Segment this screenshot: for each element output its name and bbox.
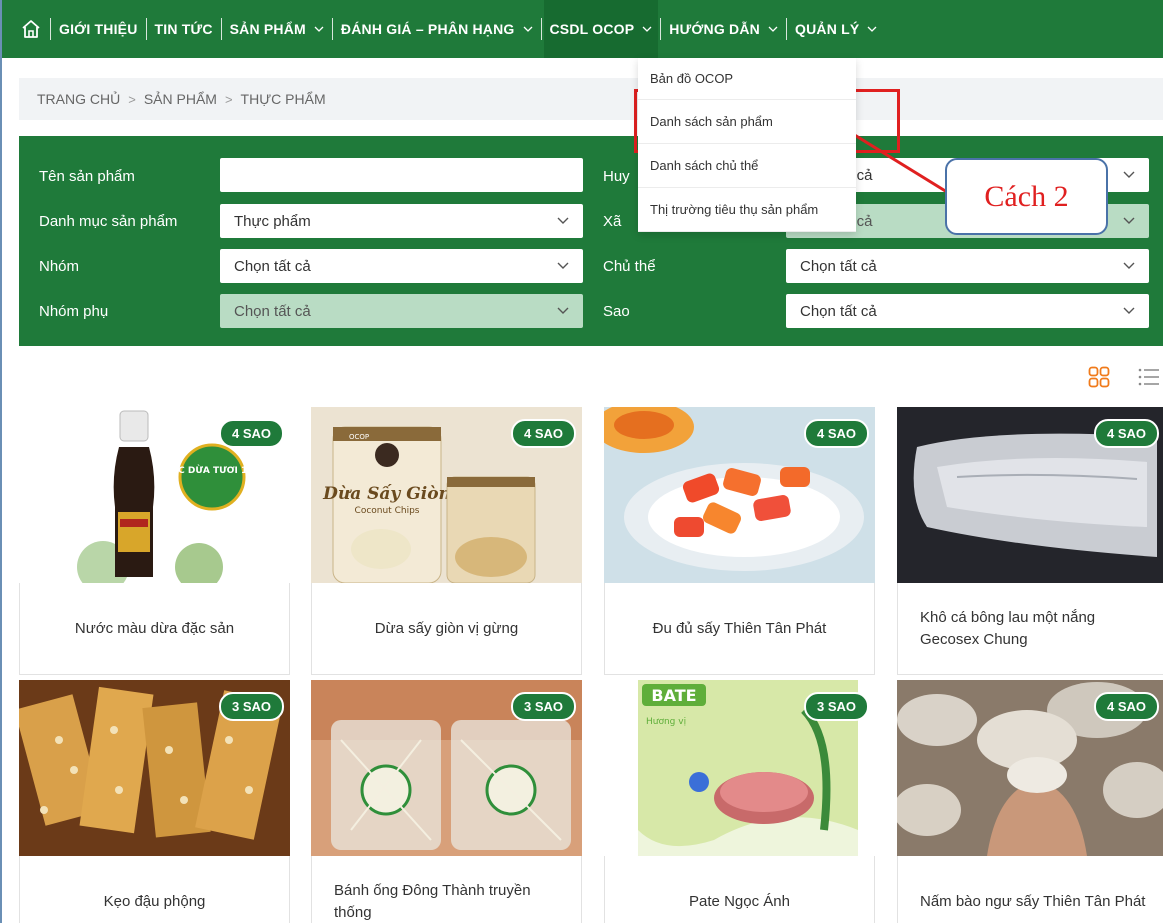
chevron-down-icon [523,26,532,32]
product-image[interactable]: BATE Hương vị 3 SAO [604,680,875,856]
nav-divider [50,18,51,40]
product-image[interactable]: 4 SAO [897,407,1163,583]
list-view-icon[interactable] [1138,368,1160,386]
nav-divider [145,18,147,40]
chevron-down-icon [1123,307,1135,314]
p2-sub-text: Coconut Chips [355,506,420,516]
product-name-input[interactable] [220,158,583,192]
label-sao: Sao [603,303,630,320]
product-image[interactable]: 3 SAO [19,680,290,856]
breadcrumb: TRANG CHỦ > SẢN PHẨM > THỰC PHẨM [19,78,1163,120]
product-card[interactable]: 3 SAO Bánh ống Đông Thành truyền thống [311,680,582,923]
grid-view-icon[interactable] [1088,366,1110,388]
product-image[interactable]: NƯỚC DỪA TƯƠI 100% 4 SAO [19,407,290,583]
nav-tin-tuc[interactable]: TIN TỨC [155,0,213,58]
product-name[interactable]: Nấm bào ngư sấy Thiên Tân Phát [897,856,1163,923]
menu-item-ban-do-ocop[interactable]: Bản đồ OCOP [638,58,856,100]
product-name[interactable]: Dừa sấy giòn vị gừng [311,583,582,675]
product-name[interactable]: Nước màu dừa đặc sản [19,583,290,675]
breadcrumb-separator-icon: > [224,91,233,107]
chevron-down-icon [314,26,324,32]
label-chu-the: Chủ thể [603,258,656,275]
group-select[interactable]: Chọn tất cả [220,249,583,283]
p2-brand-text: Dừa Sấy Giòn [322,484,451,504]
nav-gioi-thieu[interactable]: GIỚI THIỆU [59,0,138,58]
chevron-down-icon [557,217,569,224]
star-badge: 4 SAO [510,419,576,448]
annotation-callout: Cách 2 [945,158,1108,235]
p7-sub-text: Hương vị [646,717,686,727]
product-card[interactable]: 4 SAO Khô cá bông lau một nắng Gecosex C… [897,407,1163,675]
chevron-down-icon [1123,171,1135,178]
nav-divider [331,18,333,40]
nav-quan-ly[interactable]: QUẢN LÝ [795,0,877,58]
star-badge: 3 SAO [218,692,284,721]
nav-divider [660,18,662,40]
product-card[interactable]: 4 SAO Đu đủ sấy Thiên Tân Phát [604,407,875,675]
breadcrumb-current: THỰC PHẨM [240,91,326,107]
top-navbar: GIỚI THIỆU TIN TỨC SẢN PHẨM ĐÁNH GIÁ – P… [2,0,1163,58]
nav-danh-gia[interactable]: ĐÁNH GIÁ – PHÂN HẠNG [341,0,533,58]
product-card[interactable]: 4 SAO Nấm bào ngư sấy Thiên Tân Phát [897,680,1163,923]
product-card[interactable]: 3 SAO Kẹo đậu phộng [19,680,290,923]
product-image[interactable]: 4 SAO [897,680,1163,856]
product-card[interactable]: NƯỚC DỪA TƯƠI 100% 4 SAO Nước màu dừa đặ… [19,407,290,675]
p2-ocop-text: OCOP [349,433,369,441]
breadcrumb-san-pham[interactable]: SẢN PHẨM [144,91,217,107]
star-badge: 4 SAO [1093,419,1159,448]
subgroup-select[interactable]: Chọn tất cả [220,294,583,328]
star-badge: 4 SAO [218,419,284,448]
chevron-down-icon [768,26,778,32]
breadcrumb-home[interactable]: TRANG CHỦ [37,91,120,107]
product-image[interactable]: 4 SAO [604,407,875,583]
chevron-down-icon [642,26,652,32]
label-nhom-phu: Nhóm phụ [39,303,109,320]
nav-divider [540,18,542,40]
product-name[interactable]: Đu đủ sấy Thiên Tân Phát [604,583,875,675]
home-icon[interactable] [20,18,42,40]
p7-brand-text: BATE [651,686,696,705]
nav-divider [220,18,222,40]
star-select[interactable]: Chọn tất cả [786,294,1149,328]
label-huyen: Huy [603,168,630,185]
nav-san-pham[interactable]: SẢN PHẨM [230,0,324,58]
star-badge: 4 SAO [1093,692,1159,721]
nav-csdl-ocop[interactable]: CSDL OCOP [543,0,659,58]
nav-huong-dan[interactable]: HƯỚNG DẪN [669,0,778,58]
menu-item-danh-sach-san-pham[interactable]: Danh sách sản phẩm [638,100,856,144]
chevron-down-icon [1123,217,1135,224]
label-ten-san-pham: Tên sản phẩm [39,168,135,185]
label-danh-muc: Danh mục sản phẩm [39,213,178,230]
menu-item-thi-truong[interactable]: Thị trường tiêu thụ sản phẩm [638,188,856,232]
chevron-down-icon [1123,262,1135,269]
p1-label-text: NƯỚC DỪA TƯƠI 100% [155,464,269,476]
product-image[interactable]: Dừa Sấy Giòn Coconut Chips OCOP 4 SAO [311,407,582,583]
chevron-down-icon [557,307,569,314]
chevron-down-icon [557,262,569,269]
chevron-down-icon [867,26,877,32]
product-card[interactable]: BATE Hương vị 3 SAO Pate Ngọc Ánh [604,680,875,923]
owner-select[interactable]: Chọn tất cả [786,249,1149,283]
menu-item-danh-sach-chu-the[interactable]: Danh sách chủ thể [638,144,856,188]
product-name[interactable]: Bánh ống Đông Thành truyền thống [311,856,582,923]
product-name[interactable]: Pate Ngọc Ánh [604,856,875,923]
product-image[interactable]: 3 SAO [311,680,582,856]
category-select[interactable]: Thực phẩm [220,204,583,238]
label-xa: Xã [603,213,622,230]
star-badge: 4 SAO [803,419,869,448]
star-badge: 3 SAO [803,692,869,721]
label-nhom: Nhóm [39,258,80,275]
product-name[interactable]: Khô cá bông lau một nắng Gecosex Chung [897,583,1163,675]
csdl-ocop-dropdown: Bản đồ OCOP Danh sách sản phẩm Danh sách… [638,58,856,232]
star-badge: 3 SAO [510,692,576,721]
breadcrumb-separator-icon: > [128,91,136,107]
product-card[interactable]: Dừa Sấy Giòn Coconut Chips OCOP 4 SAO Dừ… [311,407,582,675]
nav-divider [785,18,787,40]
product-name[interactable]: Kẹo đậu phộng [19,856,290,923]
